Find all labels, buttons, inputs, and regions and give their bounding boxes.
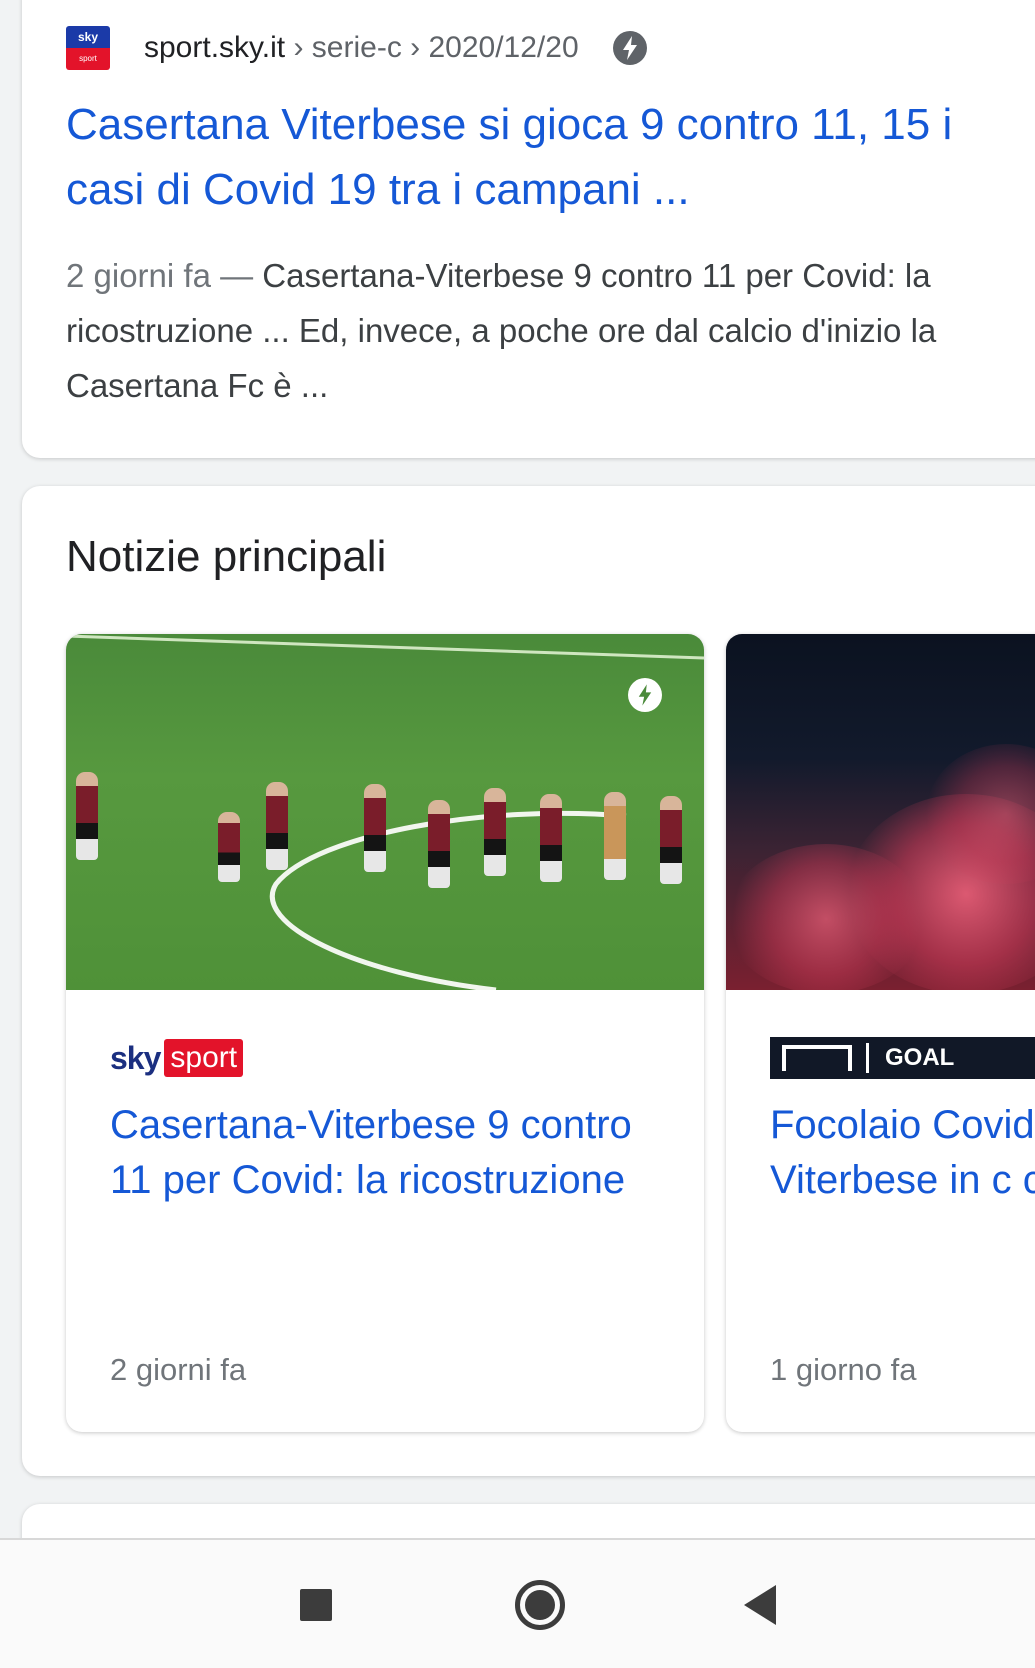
recent-apps-button[interactable]	[266, 1540, 366, 1668]
player-figure	[218, 812, 240, 882]
flare-smoke	[726, 844, 926, 990]
player-figure	[660, 796, 682, 884]
back-icon	[744, 1585, 776, 1625]
goal-logo: GOAL	[770, 1036, 1035, 1080]
search-result-card: sky sport sport.sky.it › serie-c › 2020/…	[22, 0, 1035, 458]
story-card-1[interactable]: sky sport Casertana-Viterbese 9 contro 1…	[66, 634, 704, 1432]
player-figure	[428, 800, 450, 888]
screen: sky sport sport.sky.it › serie-c › 2020/…	[0, 0, 1035, 1668]
sky-sport-logo: sky sport	[110, 1036, 244, 1080]
story-age-2: 1 giorno fa	[770, 1352, 917, 1387]
result-source[interactable]: sky sport sport.sky.it › serie-c › 2020/…	[66, 24, 647, 72]
home-icon	[515, 1580, 565, 1630]
goal-logo-bar: GOAL	[770, 1037, 1035, 1079]
back-button[interactable]	[710, 1540, 810, 1668]
player-figure	[540, 794, 562, 882]
sky-sport-favicon: sky sport	[66, 26, 110, 70]
story-card-2[interactable]: GOAL Focolaio Covid Casertana: co Viterb…	[726, 634, 1035, 1432]
goal-logo-word: GOAL	[885, 1044, 955, 1071]
goal-frame-icon	[782, 1045, 852, 1071]
sky-logo-word: sky	[110, 1039, 161, 1076]
story-title-2[interactable]: Focolaio Covid Casertana: co Viterbese i…	[770, 1098, 1035, 1208]
story-image-1	[66, 634, 704, 990]
result-breadcrumb: › serie-c › 2020/12/20	[285, 31, 579, 64]
player-figure	[484, 788, 506, 876]
amp-lightning-icon	[628, 678, 662, 712]
favicon-bottom-text: sport	[66, 48, 110, 70]
sky-logo-badge: sport	[164, 1039, 244, 1077]
story-title-1[interactable]: Casertana-Viterbese 9 contro 11 per Covi…	[110, 1098, 670, 1208]
story-image-2	[726, 634, 1035, 990]
player-figure	[364, 784, 386, 872]
home-button[interactable]	[490, 1540, 590, 1668]
player-figure	[76, 772, 98, 860]
goal-logo-divider	[866, 1043, 869, 1073]
goalkeeper-figure	[604, 792, 626, 880]
player-figure	[266, 782, 288, 870]
amp-lightning-icon	[612, 31, 647, 65]
result-domain: sport.sky.it	[144, 31, 286, 64]
recent-apps-icon	[300, 1589, 332, 1621]
top-stories-card: Notizie principali sky sport Casertana-V…	[22, 486, 1035, 1476]
favicon-top-text: sky	[66, 26, 110, 48]
result-url: sport.sky.it › serie-c › 2020/12/20	[144, 31, 579, 65]
story-age-1: 2 giorni fa	[110, 1352, 247, 1387]
snippet-separator: —	[210, 257, 263, 294]
result-snippet: 2 giorni fa — Casertana-Viterbese 9 cont…	[66, 248, 986, 413]
result-title-link[interactable]: Casertana Viterbese si gioca 9 contro 11…	[66, 92, 996, 222]
top-stories-heading: Notizie principali	[66, 532, 387, 581]
snippet-date: 2 giorni fa	[66, 257, 211, 294]
system-nav-bar	[0, 1538, 1035, 1668]
